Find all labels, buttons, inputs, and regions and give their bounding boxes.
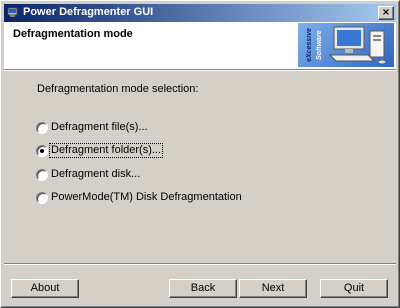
close-icon: × (381, 7, 391, 18)
logo-text-excessive: eXcessive (306, 28, 313, 62)
next-button[interactable]: Next (239, 279, 307, 298)
close-button[interactable]: × (378, 6, 394, 20)
back-button[interactable]: Back (169, 279, 237, 298)
window-title: Power Defragmenter GUI (23, 6, 154, 18)
radio-defragment-disk[interactable] (36, 169, 48, 181)
header-panel: Defragmentation mode eXcessive Software (4, 22, 396, 70)
footer-divider (4, 263, 396, 265)
option-label[interactable]: PowerMode(TM) Disk Defragmentation (50, 191, 243, 204)
excessive-software-logo: eXcessive Software (298, 23, 394, 67)
radio-powermode[interactable] (36, 192, 48, 204)
page-title: Defragmentation mode (13, 28, 133, 40)
about-button[interactable]: About (11, 279, 79, 298)
quit-button[interactable]: Quit (320, 279, 388, 298)
computer-icon (328, 26, 387, 65)
title-bar[interactable]: Power Defragmenter GUI × (4, 4, 396, 22)
option-label[interactable]: Defragment folder(s)... (48, 143, 164, 158)
app-icon (7, 7, 18, 17)
header-divider (4, 70, 396, 71)
radio-defragment-files[interactable] (36, 122, 48, 134)
mode-selection-label: Defragmentation mode selection: (37, 83, 199, 95)
main-window: Power Defragmenter GUI × Defragmentation… (0, 0, 400, 308)
logo-text-software: Software (316, 30, 323, 60)
option-label[interactable]: Defragment file(s)... (50, 121, 149, 134)
radio-selected-dot (40, 149, 44, 153)
radio-defragment-folders[interactable] (36, 145, 48, 157)
option-label[interactable]: Defragment disk... (50, 168, 141, 181)
